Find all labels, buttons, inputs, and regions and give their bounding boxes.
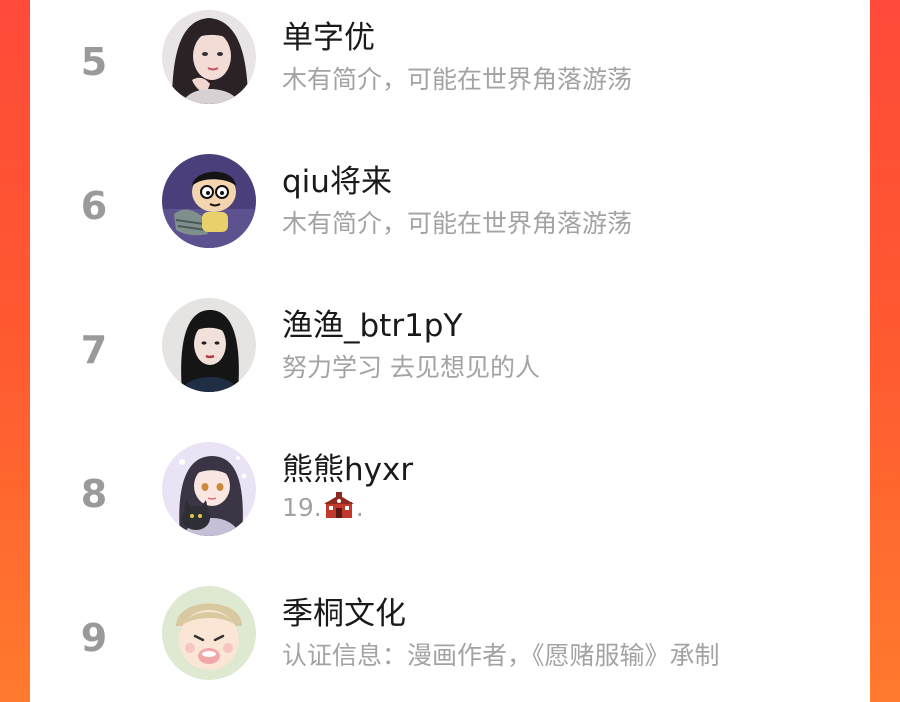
- school-emoji-icon: [323, 492, 354, 526]
- avatar-girl-black-hair-icon[interactable]: [162, 298, 256, 392]
- list-item[interactable]: 9 季桐文化 认证信息：漫画作者，《愿赌服输》承制: [30, 586, 870, 696]
- user-name[interactable]: 渔渔_btr1pY: [282, 300, 462, 345]
- user-bio: 木有简介，可能在世界角落游荡: [282, 65, 633, 94]
- list-item[interactable]: 7 渔渔_btr1pY 努力学习 去见想见的人: [30, 298, 870, 408]
- list-item[interactable]: 6 qiu将来 木有简介，可能在世界角落游荡: [30, 154, 870, 264]
- list-item[interactable]: 5 单字优 木有简介，可能在世界角落游荡: [30, 10, 870, 120]
- user-bio: 木有简介，可能在世界角落游荡: [282, 209, 633, 238]
- user-name[interactable]: qiu将来: [282, 156, 392, 201]
- user-name[interactable]: 季桐文化: [282, 588, 406, 633]
- list-item[interactable]: 8 熊熊hyxr 19. .: [30, 442, 870, 552]
- rank-number: 5: [80, 40, 108, 84]
- user-bio: 19. .: [282, 492, 364, 526]
- bio-text-suffix: .: [355, 493, 364, 522]
- rank-number: 7: [80, 328, 108, 372]
- user-bio: 认证信息：漫画作者，《愿赌服输》承制: [282, 641, 720, 670]
- ranking-list-panel: 5 单字优 木有简介，可能在世界角落游荡 6 qiu将来 木有简介，可能在世界角…: [30, 0, 870, 702]
- rank-number: 8: [80, 472, 108, 516]
- user-name[interactable]: 熊熊hyxr: [282, 444, 413, 489]
- avatar-anime-baby-icon[interactable]: [162, 586, 256, 680]
- rank-number: 9: [80, 616, 108, 660]
- user-name[interactable]: 单字优: [282, 12, 375, 57]
- avatar-cartoon-boy-icon[interactable]: [162, 154, 256, 248]
- avatar-girl-dark-hair-icon[interactable]: [162, 10, 256, 104]
- avatar-anime-girl-cat-icon[interactable]: [162, 442, 256, 536]
- bio-text-prefix: 19.: [282, 493, 322, 522]
- rank-number: 6: [80, 184, 108, 228]
- user-bio: 努力学习 去见想见的人: [282, 353, 540, 382]
